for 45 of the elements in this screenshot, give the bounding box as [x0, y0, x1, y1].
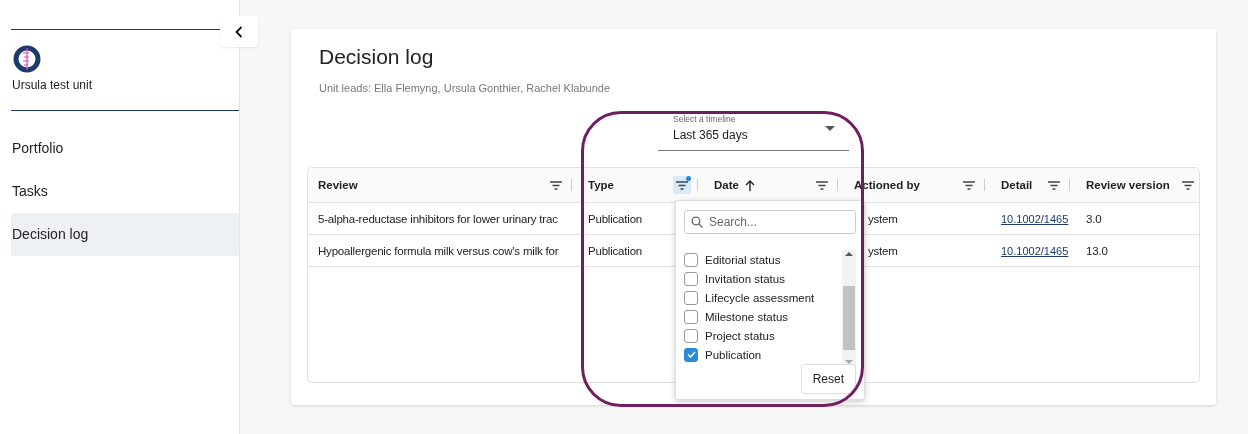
chevron-left-icon — [235, 25, 243, 38]
nav-item[interactable]: Tasks — [11, 170, 239, 213]
review-title: 5-alpha-reductase inhibitors for lower urinary trac — [318, 212, 558, 225]
type-cell: Publication — [588, 244, 643, 257]
version-cell: 13.0 — [1086, 244, 1108, 257]
doi-link[interactable]: 10.1002/1465 — [1001, 212, 1069, 225]
filter-icon — [1181, 180, 1194, 190]
logo-icon — [12, 44, 42, 74]
filter-option[interactable]: Editorial status — [684, 250, 842, 269]
filter-option[interactable]: Publication — [684, 345, 842, 364]
column-header[interactable]: Date — [714, 179, 739, 191]
nav-item[interactable]: Decision log — [11, 213, 239, 256]
type-cell: Publication — [588, 212, 643, 225]
timeline-select[interactable]: Select a timeline Last 365 days — [658, 110, 849, 151]
filter-option[interactable]: Invitation status — [684, 269, 842, 288]
doi-link[interactable]: 10.1002/1465 — [1001, 244, 1069, 257]
filter-option[interactable]: Lifecycle assessment — [684, 288, 842, 307]
actioned-by-cell: ystem — [868, 212, 898, 225]
filter-icon — [816, 180, 828, 190]
filter-option[interactable]: Project status — [684, 326, 842, 345]
column-header[interactable]: Review — [318, 179, 358, 191]
unit-leads: Unit leads: Ella Flemyng, Ursula Gonthier, Rachel Klabunde — [319, 82, 612, 94]
page-title: Decision log — [319, 45, 435, 69]
filter-icon — [1048, 180, 1060, 190]
collapse-button[interactable] — [220, 16, 258, 47]
column-header[interactable]: Detail — [1001, 179, 1033, 191]
unit-name: Ursula test unit — [12, 78, 94, 92]
review-title: Hypoallergenic formula milk versus cow's milk for — [318, 244, 559, 257]
sort-arrow-icon[interactable] — [744, 179, 755, 191]
version-cell: 3.0 — [1086, 212, 1102, 225]
column-header[interactable]: Review version — [1086, 179, 1170, 191]
scrollbar-drawing[interactable] — [842, 250, 856, 368]
checkmark-icon — [686, 351, 696, 358]
dropdown-caret-icon — [825, 126, 835, 131]
filter-button[interactable] — [673, 176, 691, 194]
filter-icon — [963, 180, 975, 190]
search-icon — [691, 216, 703, 228]
filter-option[interactable]: Milestone status — [684, 307, 842, 326]
column-header[interactable]: Type — [588, 179, 614, 191]
nav-item[interactable]: Portfolio — [11, 127, 239, 170]
search-field[interactable]: Search... — [684, 210, 856, 234]
filter-icon — [550, 180, 562, 190]
reset-button[interactable]: Reset — [800, 364, 856, 394]
filter-icon — [676, 180, 688, 190]
actioned-by-cell: ystem — [868, 244, 898, 257]
